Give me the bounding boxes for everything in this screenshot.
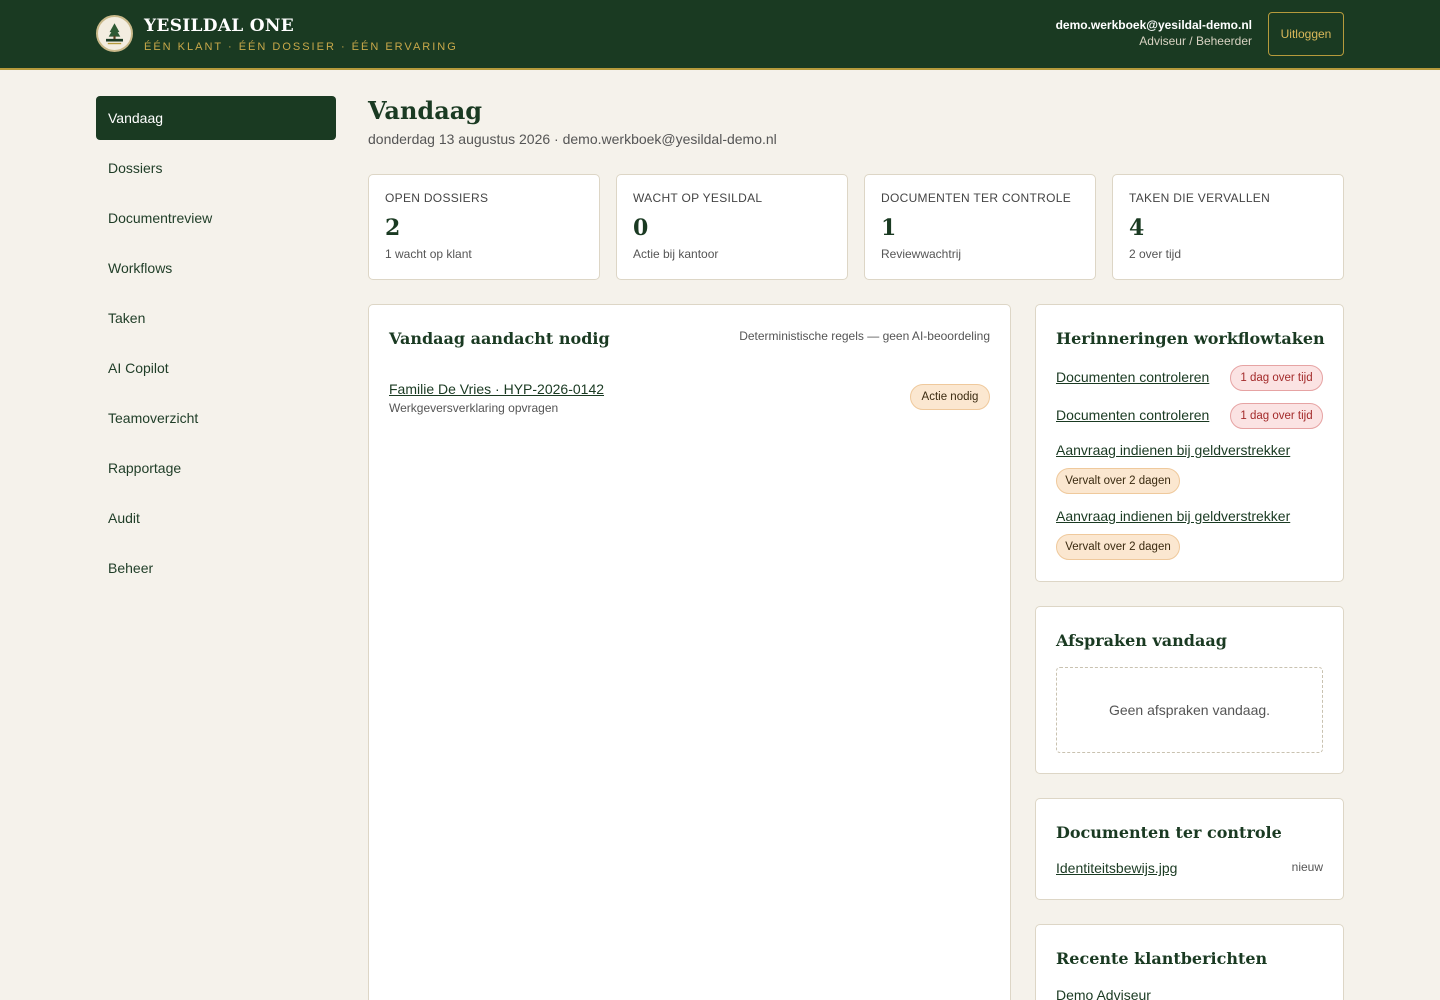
status-badge: Vervalt over 2 dagen: [1056, 468, 1180, 494]
sidebar-nav: Vandaag Dossiers Documentreview Workflow…: [96, 96, 336, 596]
stat-card-open-dossiers: OPEN DOSSIERS 2 1 wacht op klant: [368, 174, 600, 280]
logo-icon: [96, 15, 133, 52]
messages-panel: Recente klantberichten Demo Adviseur: [1035, 924, 1344, 1000]
top-bar: YESILDAL ONE ÉÉN KLANT · ÉÉN DOSSIER · É…: [0, 0, 1440, 70]
sidebar-item-vandaag[interactable]: Vandaag: [96, 96, 336, 140]
status-badge: Actie nodig: [910, 384, 990, 410]
list-item: Documenten controleren: [1056, 407, 1209, 425]
document-status: nieuw: [1291, 860, 1323, 874]
reminders-title: Herinneringen workflowtaken: [1056, 329, 1325, 348]
stat-label: OPEN DOSSIERS: [385, 191, 489, 205]
task-link[interactable]: Documenten controleren: [1056, 407, 1209, 423]
appointments-panel: Afspraken vandaag Geen afspraken vandaag…: [1035, 606, 1344, 774]
sidebar-item-dossiers[interactable]: Dossiers: [96, 146, 336, 190]
stat-value: 4: [1129, 215, 1145, 241]
appointments-title: Afspraken vandaag: [1056, 631, 1227, 650]
brand-tagline: ÉÉN KLANT · ÉÉN DOSSIER · ÉÉN ERVARING: [144, 41, 458, 53]
stat-note: 2 over tijd: [1129, 247, 1182, 261]
user-role: Adviseur / Beheerder: [1139, 34, 1252, 48]
task-link[interactable]: Documenten controleren: [1056, 369, 1209, 385]
user-email: demo.werkboek@yesildal-demo.nl: [1055, 18, 1252, 32]
list-item: Identiteitsbewijs.jpg: [1056, 860, 1177, 878]
list-item: Aanvraag indienen bij geldverstrekker: [1056, 508, 1290, 526]
page-title: Vandaag: [368, 96, 483, 125]
brand-title: YESILDAL ONE: [144, 16, 294, 36]
stat-label: DOCUMENTEN TER CONTROLE: [881, 191, 1072, 205]
stat-note: 1 wacht op klant: [385, 247, 472, 261]
sidebar-item-workflows[interactable]: Workflows: [96, 246, 336, 290]
documents-panel: Documenten ter controle Identiteitsbewij…: [1035, 798, 1344, 900]
page-subtitle: donderdag 13 augustus 2026 · demo.werkbo…: [368, 131, 777, 147]
status-badge: 1 dag over tijd: [1230, 403, 1323, 429]
stat-value: 0: [633, 215, 649, 241]
sidebar-item-rapportage[interactable]: Rapportage: [96, 446, 336, 490]
task-link[interactable]: Aanvraag indienen bij geldverstrekker: [1056, 442, 1290, 458]
sidebar-item-audit[interactable]: Audit: [96, 496, 336, 540]
stat-label: TAKEN DIE VERVALLEN: [1129, 191, 1271, 205]
attention-panel: Vandaag aandacht nodig Deterministische …: [368, 304, 1011, 1000]
task-link[interactable]: Aanvraag indienen bij geldverstrekker: [1056, 508, 1290, 524]
stat-value: 2: [385, 215, 401, 241]
logout-button[interactable]: Uitloggen: [1268, 12, 1344, 56]
sidebar-item-beheer[interactable]: Beheer: [96, 546, 336, 590]
messages-title: Recente klantberichten: [1056, 949, 1268, 968]
sidebar-item-documentreview[interactable]: Documentreview: [96, 196, 336, 240]
list-item: Familie De Vries · HYP-2026-0142: [389, 381, 604, 399]
stat-card-documenten-ter-controle: DOCUMENTEN TER CONTROLE 1 Reviewwachtrij: [864, 174, 1096, 280]
appointments-empty-state: Geen afspraken vandaag.: [1056, 667, 1323, 753]
list-item: Aanvraag indienen bij geldverstrekker: [1056, 442, 1290, 460]
sidebar-item-ai-copilot[interactable]: AI Copilot: [96, 346, 336, 390]
documents-title: Documenten ter controle: [1056, 823, 1282, 842]
attention-title: Vandaag aandacht nodig: [389, 329, 610, 348]
dossier-link[interactable]: Familie De Vries · HYP-2026-0142: [389, 381, 604, 397]
status-badge: Vervalt over 2 dagen: [1056, 534, 1180, 560]
message-sender[interactable]: Demo Adviseur: [1056, 987, 1151, 1000]
attention-meta: Deterministische regels — geen AI-beoord…: [739, 329, 990, 343]
stat-card-taken-die-vervallen: TAKEN DIE VERVALLEN 4 2 over tijd: [1112, 174, 1344, 280]
sidebar-item-teamoverzicht[interactable]: Teamoverzicht: [96, 396, 336, 440]
list-item: Documenten controleren: [1056, 369, 1209, 387]
reminders-panel: Herinneringen workflowtaken Documenten c…: [1035, 304, 1344, 582]
sidebar-item-taken[interactable]: Taken: [96, 296, 336, 340]
status-badge: 1 dag over tijd: [1230, 365, 1323, 391]
stat-note: Reviewwachtrij: [881, 247, 962, 261]
document-link[interactable]: Identiteitsbewijs.jpg: [1056, 860, 1177, 876]
stat-label: WACHT OP YESILDAL: [633, 191, 763, 205]
stat-card-wacht-op-yesildal: WACHT OP YESILDAL 0 Actie bij kantoor: [616, 174, 848, 280]
stat-value: 1: [881, 215, 897, 241]
stat-note: Actie bij kantoor: [633, 247, 719, 261]
dossier-task: Werkgeversverklaring opvragen: [389, 401, 559, 415]
